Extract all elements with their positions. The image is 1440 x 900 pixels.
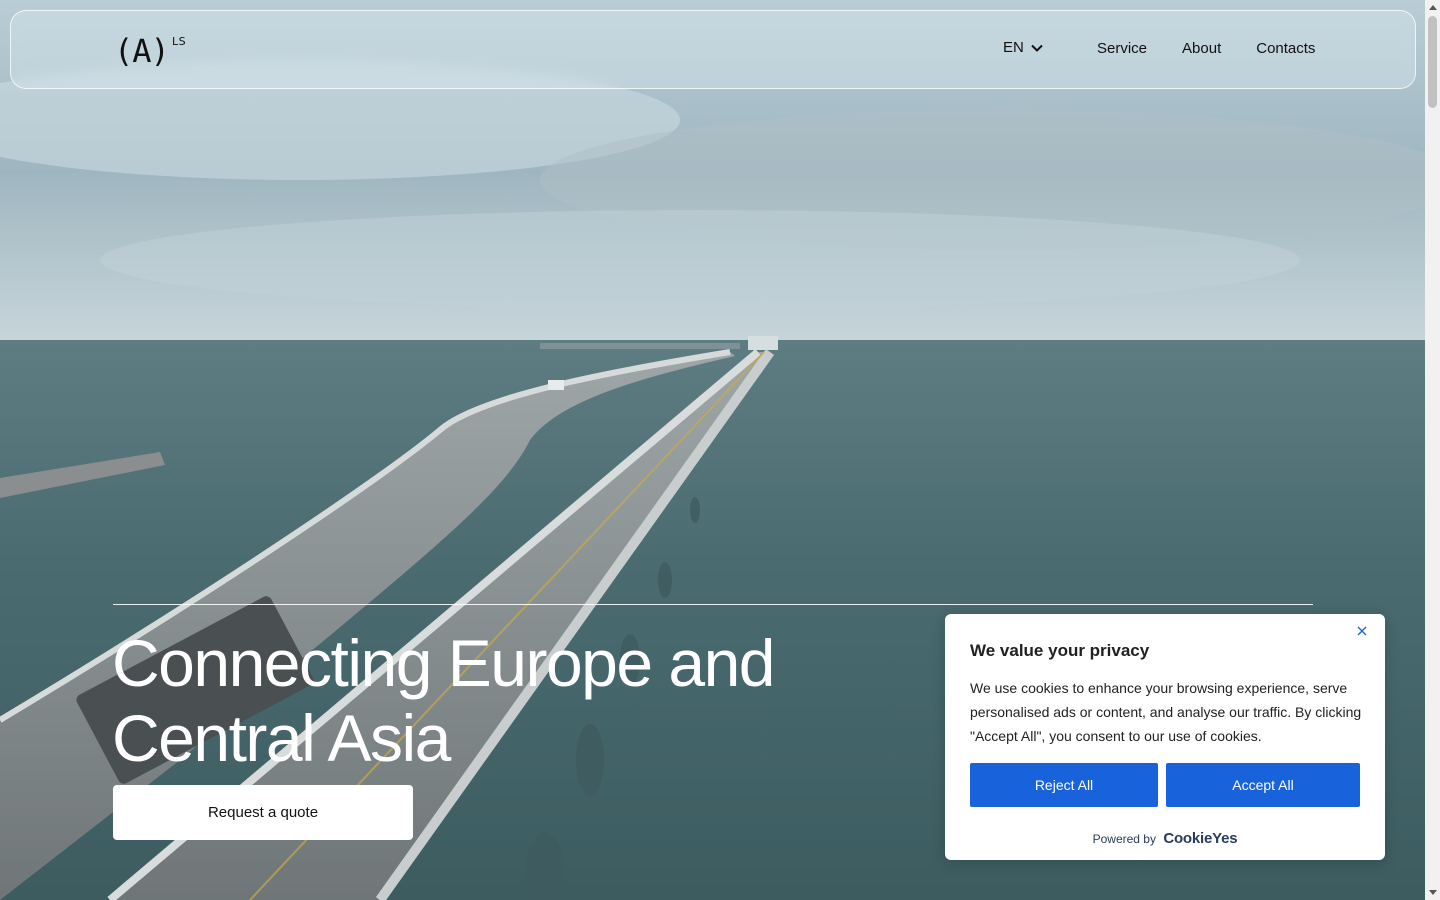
nav-link-service[interactable]: Service: [1097, 40, 1147, 57]
site-header: (A) LS EN Service About Contacts: [10, 10, 1416, 89]
logo-mark: (A): [114, 32, 170, 70]
reject-all-button[interactable]: Reject All: [970, 763, 1158, 807]
site-logo[interactable]: (A) LS: [114, 32, 186, 70]
cookie-title: We value your privacy: [970, 641, 1150, 660]
hero-headline: Connecting Europe and Central Asia: [112, 626, 872, 776]
cookie-consent-banner: We value your privacy We use cookies to …: [945, 614, 1385, 860]
logo-superscript: LS: [172, 35, 187, 48]
hero-headline-line2: Central Asia: [112, 701, 451, 775]
main-nav: Service About Contacts: [1097, 40, 1315, 57]
hero-headline-line1: Connecting Europe and: [112, 626, 776, 700]
hero-divider: [113, 604, 1313, 605]
accept-all-button[interactable]: Accept All: [1166, 763, 1360, 807]
chevron-down-icon: [1031, 44, 1043, 52]
language-label: EN: [1003, 39, 1024, 56]
request-quote-button[interactable]: Request a quote: [113, 785, 413, 840]
cookieyes-logo[interactable]: CookieYes: [1163, 830, 1237, 847]
language-selector[interactable]: EN: [1003, 39, 1043, 56]
powered-by-label: Powered by: [1092, 832, 1156, 846]
scroll-down-arrow-icon[interactable]: [1429, 890, 1437, 895]
nav-link-contacts[interactable]: Contacts: [1256, 40, 1315, 57]
scroll-up-arrow-icon[interactable]: [1429, 5, 1437, 10]
scrollbar-thumb[interactable]: [1428, 16, 1437, 108]
powered-by: Powered by CookieYes: [945, 830, 1385, 847]
page-scrollbar[interactable]: [1425, 0, 1440, 900]
cookie-description: We use cookies to enhance your browsing …: [970, 680, 1362, 744]
nav-link-about[interactable]: About: [1182, 40, 1221, 57]
close-icon[interactable]: [1355, 624, 1369, 638]
